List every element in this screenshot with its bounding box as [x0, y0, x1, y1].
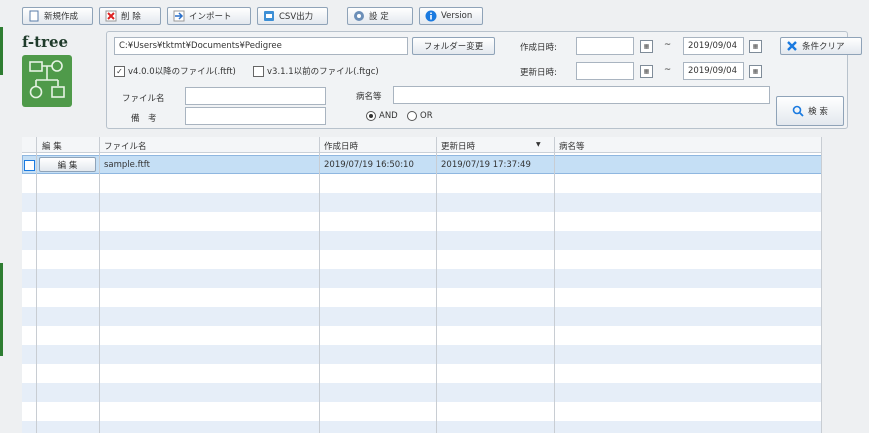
row-updated: 2019/07/19 17:37:49 — [441, 160, 531, 170]
column-divider — [36, 137, 37, 433]
new-button-label: 新規作成 — [44, 12, 79, 22]
folder-path-field[interactable]: C:¥Users¥tktmt¥Documents¥Pedigree — [114, 37, 408, 55]
calendar-icon[interactable]: ▦ — [749, 65, 762, 78]
import-button-label: インポート — [189, 12, 232, 22]
close-icon — [786, 40, 798, 52]
updated-range-tilde: ~ — [664, 65, 672, 75]
clear-conditions-button[interactable]: 条件クリア — [780, 37, 862, 55]
v3-checkbox[interactable]: v3.1.1以前のファイル(.ftgc) — [253, 65, 379, 77]
header-disease[interactable]: 病名等 — [559, 140, 585, 152]
clear-conditions-label: 条件クリア — [802, 42, 845, 52]
import-button[interactable]: インポート — [167, 7, 251, 25]
row-select-checkbox[interactable] — [24, 160, 35, 171]
logo-title: f-tree — [22, 33, 69, 51]
settings-button-label: 設 定 — [369, 12, 389, 22]
left-accent-top — [0, 27, 3, 75]
new-document-icon — [28, 10, 40, 22]
disease-label: 病名等 — [356, 92, 382, 102]
and-radio[interactable]: AND — [366, 111, 398, 121]
column-divider — [554, 137, 555, 433]
empty-row — [22, 193, 822, 212]
folder-change-button[interactable]: フォルダー変更 — [412, 37, 495, 55]
updated-to-field[interactable]: 2019/09/04 — [683, 62, 744, 80]
delete-icon — [105, 10, 117, 22]
new-button[interactable]: 新規作成 — [22, 7, 93, 25]
header-edit[interactable]: 編 集 — [42, 140, 62, 152]
column-divider — [319, 137, 320, 433]
header-updated[interactable]: 更新日時 — [441, 140, 475, 152]
created-date-label: 作成日時: — [520, 43, 557, 53]
empty-row — [22, 212, 822, 231]
calendar-icon[interactable]: ▦ — [640, 65, 653, 78]
delete-button[interactable]: 削 除 — [99, 7, 161, 25]
column-divider — [436, 137, 437, 433]
and-radio-label: AND — [379, 111, 398, 121]
note-label: 備 考 — [131, 114, 157, 124]
csv-export-button[interactable]: CSV出力 — [257, 7, 328, 25]
version-button[interactable]: Version — [419, 7, 483, 25]
header-created[interactable]: 作成日時 — [324, 140, 358, 152]
search-icon — [792, 105, 804, 117]
v4-checkbox-label: v4.0.0以降のファイル(.ftft) — [128, 67, 236, 77]
search-button[interactable]: 検 索 — [776, 96, 844, 126]
or-radio[interactable]: OR — [407, 111, 433, 121]
sort-desc-icon: ▼ — [536, 141, 541, 148]
empty-row — [22, 402, 822, 421]
column-divider — [99, 137, 100, 433]
checkbox-checked-icon: ✓ — [114, 65, 125, 77]
row-created: 2019/07/19 16:50:10 — [324, 160, 414, 170]
import-icon — [173, 10, 185, 22]
empty-row — [22, 364, 822, 383]
empty-row — [22, 288, 822, 307]
filename-label: ファイル名 — [122, 94, 165, 104]
empty-row — [22, 307, 822, 326]
filename-input[interactable] — [185, 87, 326, 105]
delete-button-label: 削 除 — [121, 12, 141, 22]
csv-icon — [263, 10, 275, 22]
empty-row — [22, 231, 822, 250]
radio-selected-icon — [366, 111, 376, 121]
gear-icon — [353, 10, 365, 22]
column-divider — [821, 137, 822, 433]
empty-row — [22, 383, 822, 402]
created-to-field[interactable]: 2019/09/04 — [683, 37, 744, 55]
updated-from-field[interactable] — [576, 62, 634, 80]
empty-row — [22, 421, 822, 433]
empty-row — [22, 250, 822, 269]
info-icon — [425, 10, 437, 22]
created-range-tilde: ~ — [664, 40, 672, 50]
created-from-field[interactable] — [576, 37, 634, 55]
empty-row — [22, 174, 822, 193]
row-edit-button[interactable]: 編 集 — [39, 157, 96, 172]
radio-unselected-icon — [407, 111, 417, 121]
v4-checkbox[interactable]: ✓ v4.0.0以降のファイル(.ftft) — [114, 65, 236, 77]
left-accent-bottom — [0, 263, 3, 356]
note-input[interactable] — [185, 107, 326, 125]
empty-row — [22, 345, 822, 364]
checkbox-unchecked-icon — [253, 65, 264, 77]
disease-input[interactable] — [393, 86, 770, 104]
tree-logo-icon — [22, 55, 72, 107]
empty-row — [22, 269, 822, 288]
updated-date-label: 更新日時: — [520, 68, 557, 78]
or-radio-label: OR — [420, 111, 433, 121]
search-button-label: 検 索 — [808, 107, 828, 117]
csv-export-button-label: CSV出力 — [279, 12, 314, 22]
calendar-icon[interactable]: ▦ — [640, 40, 653, 53]
v3-checkbox-label: v3.1.1以前のファイル(.ftgc) — [267, 67, 379, 77]
row-filename: sample.ftft — [104, 160, 150, 170]
calendar-icon[interactable]: ▦ — [749, 40, 762, 53]
version-button-label: Version — [441, 11, 473, 21]
header-filename[interactable]: ファイル名 — [104, 140, 147, 152]
settings-button[interactable]: 設 定 — [347, 7, 413, 25]
empty-row — [22, 326, 822, 345]
